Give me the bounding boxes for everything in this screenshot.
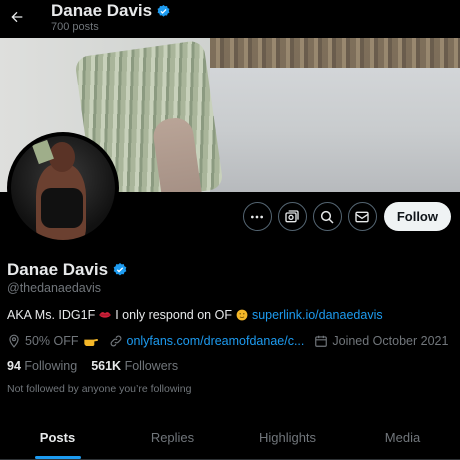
link-icon [110,335,121,347]
tab-label: Highlights [258,430,317,445]
tab-highlights[interactable]: Highlights [230,416,345,459]
top-bar: Danae Davis 700 posts [0,0,460,38]
subscribe-button[interactable] [277,202,307,231]
search-button[interactable] [312,202,342,231]
not-followed-text: Not followed by anyone you’re following [7,383,192,395]
followers-count: 561K [91,359,122,373]
tab-media[interactable]: Media [345,416,460,459]
joined-text: Joined October 2021 [332,334,449,348]
face-emoji-icon [236,309,248,321]
verified-badge-icon [157,4,170,17]
follow-stats: 94 Following 561K Followers [7,359,178,373]
active-tab-indicator [34,456,81,459]
display-name: Danae Davis [7,260,109,279]
bio-text-2: I only respond on OF [115,308,232,322]
location-text: 50% OFF [25,334,79,348]
profile-name: Danae Davis [7,260,128,280]
more-icon [251,215,264,218]
bio-text: AKA Ms. IDG1F [7,308,96,322]
search-icon [321,210,334,224]
follow-button[interactable]: Follow [383,202,451,231]
following-count: 94 [7,359,21,373]
header-name: Danae Davis [51,1,153,20]
more-button[interactable] [242,202,272,231]
header-post-count: 700 posts [51,21,99,33]
avatar-outfit [41,188,83,228]
calendar-icon [315,335,328,347]
tab-label: Posts [39,430,76,445]
header-title: Danae Davis [51,1,171,21]
back-button[interactable] [6,6,28,28]
avatar[interactable] [7,132,119,244]
following-label: Following [24,359,78,373]
following-link[interactable]: 94 Following [7,359,77,373]
lips-emoji-icon [99,312,112,318]
tab-replies[interactable]: Replies [115,416,230,459]
profile-actions: Follow [242,202,451,231]
profile-tabs: Posts Replies Highlights Media [0,416,460,460]
subscribe-icon [285,209,299,222]
arrow-left-icon [11,11,23,23]
profile-bio: AKA Ms. IDG1F I only respond on OF super… [7,308,383,322]
website-link[interactable]: onlyfans.com/dreamofdanae/c... [127,334,305,348]
location-icon [9,334,19,348]
avatar-image [11,136,115,240]
verified-badge-icon[interactable] [112,262,128,278]
tab-label: Replies [150,430,195,445]
tab-label: Media [384,430,421,445]
tab-posts[interactable]: Posts [0,416,115,459]
website-item: onlyfans.com/dreamofdanae/c... [109,334,305,348]
bio-link[interactable]: superlink.io/danaedavis [252,308,383,322]
message-button[interactable] [347,202,377,231]
profile-meta: 50% OFF onlyfans.com/dreamofdanae/c... J… [7,334,458,348]
mail-icon [355,211,369,222]
pointing-hand-emoji-icon [83,339,98,346]
followers-link[interactable]: 561K Followers [91,359,178,373]
location-item: 50% OFF [7,334,99,348]
banner-strip [210,38,460,68]
profile-handle: @thedanaedavis [7,281,102,295]
followers-label: Followers [124,359,179,373]
joined-item: Joined October 2021 [314,334,448,348]
